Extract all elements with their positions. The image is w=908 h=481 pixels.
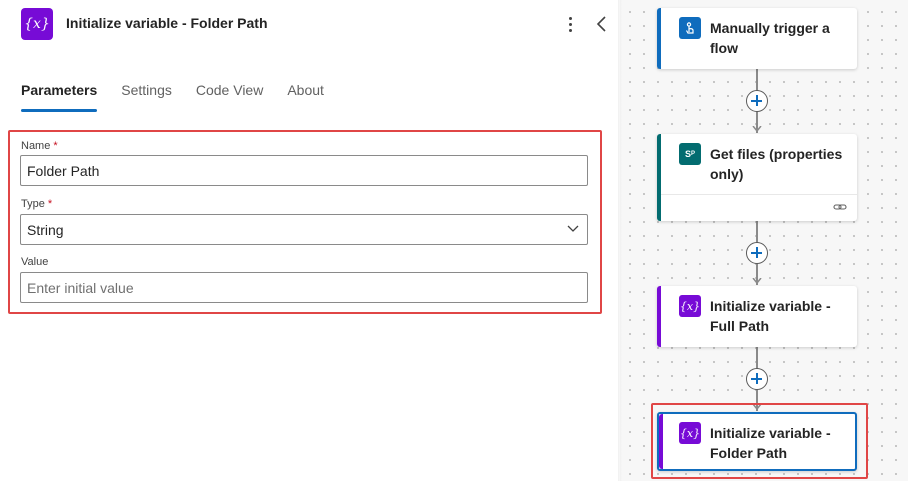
dot — [568, 22, 572, 26]
name-field-label: Name * — [21, 140, 58, 152]
action-details-panel: {x} Initialize variable - Folder Path Pa… — [0, 0, 620, 481]
name-input-value: Folder Path — [27, 162, 100, 179]
more-options-button[interactable] — [562, 12, 578, 36]
sharepoint-icon: SP — [679, 143, 701, 165]
panel-tabs: Parameters Settings Code View About — [21, 80, 348, 112]
step-title: Initialize variable - Full Path — [710, 298, 831, 334]
chevron-down-icon — [567, 225, 579, 232]
required-marker: * — [47, 198, 53, 210]
panel-header: {x} Initialize variable - Folder Path — [0, 0, 620, 50]
panel-title: Initialize variable - Folder Path — [66, 15, 268, 31]
tab-code-view[interactable]: Code View — [196, 80, 263, 112]
flow-step-init-full-path[interactable]: {x} Initialize variable - Full Path — [657, 286, 857, 347]
tab-about[interactable]: About — [287, 80, 324, 112]
arrow-down-icon — [752, 278, 762, 284]
type-label-text: Type — [21, 198, 45, 210]
type-select-value: String — [27, 221, 64, 238]
required-marker: * — [53, 140, 58, 152]
tab-settings[interactable]: Settings — [121, 80, 172, 112]
step-title: Manually trigger a flow — [710, 20, 830, 56]
variable-icon: {x} — [21, 8, 53, 40]
step-accent-bar — [657, 134, 661, 221]
add-step-button[interactable] — [746, 242, 768, 264]
value-input[interactable]: Enter initial value — [20, 272, 588, 303]
variable-icon: {x} — [679, 295, 701, 317]
step-footer-separator — [661, 194, 857, 195]
dot — [568, 28, 572, 32]
dot — [568, 16, 572, 20]
value-label-text: Value — [21, 256, 49, 268]
touch-trigger-icon — [679, 17, 701, 39]
name-input[interactable]: Folder Path — [20, 155, 588, 186]
flow-step-manual-trigger[interactable]: Manually trigger a flow — [657, 8, 857, 69]
collapse-panel-chevron-icon[interactable] — [594, 13, 610, 35]
add-step-button[interactable] — [746, 368, 768, 390]
tab-parameters[interactable]: Parameters — [21, 80, 98, 112]
type-field-label: Type * — [21, 198, 52, 210]
step-title: Get files (properties only) — [710, 146, 843, 182]
selected-step-highlight-box — [651, 403, 868, 479]
panel-divider — [618, 0, 622, 481]
step-accent-bar — [657, 286, 661, 347]
add-step-button[interactable] — [746, 90, 768, 112]
step-accent-bar — [657, 8, 661, 69]
flow-step-get-files[interactable]: SP Get files (properties only) — [657, 134, 857, 221]
connection-link-icon[interactable] — [833, 200, 847, 214]
name-label-text: Name — [21, 140, 51, 152]
arrow-down-icon — [752, 126, 762, 132]
value-field-label: Value — [21, 256, 48, 268]
app-root: {x} Initialize variable - Folder Path Pa… — [0, 0, 908, 481]
type-select[interactable]: String — [20, 214, 588, 245]
value-input-placeholder: Enter initial value — [27, 279, 134, 296]
